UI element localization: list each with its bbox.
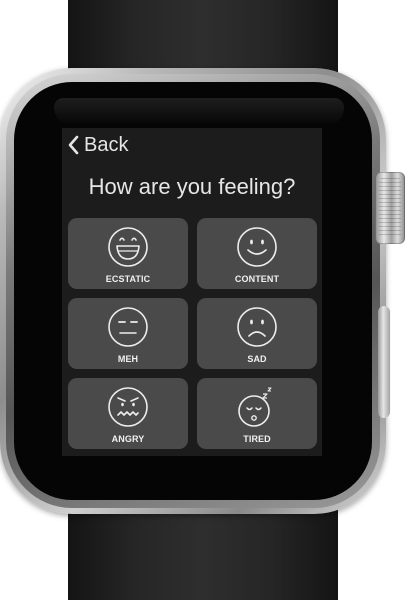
page-title: How are you feeling? [88, 174, 296, 199]
mood-sad-button[interactable]: SAD [197, 298, 317, 369]
mood-meh-button[interactable]: MEH [68, 298, 188, 369]
ecstatic-face-icon [108, 227, 148, 267]
mood-tired-button[interactable]: TIRED [197, 378, 317, 449]
side-button[interactable] [378, 306, 390, 418]
mood-ecstatic-button[interactable]: ECSTATIC [68, 218, 188, 289]
angry-face-icon [108, 387, 148, 427]
mood-label: ECSTATIC [105, 274, 151, 284]
mood-content-button[interactable]: CONTENT [197, 218, 317, 289]
sad-face-icon [237, 307, 277, 347]
watch-screen: Back How are you feeling? ECSTATIC CONTE… [62, 128, 322, 456]
watch-mockup: Back How are you feeling? ECSTATIC CONTE… [0, 0, 405, 600]
mood-label: CONTENT [234, 274, 280, 284]
meh-face-icon [108, 307, 148, 347]
mood-label: ANGRY [111, 434, 145, 444]
mood-grid: ECSTATIC CONTENT MEH SAD ANGRY TIRED [68, 218, 317, 449]
mood-label: MEH [117, 354, 139, 364]
content-face-icon [237, 227, 277, 267]
chevron-left-icon [68, 135, 79, 155]
tired-face-icon [238, 387, 272, 427]
back-label: Back [84, 134, 129, 156]
mood-angry-button[interactable]: ANGRY [68, 378, 188, 449]
back-button[interactable]: Back [67, 134, 128, 156]
digital-crown[interactable] [375, 172, 405, 244]
mood-label: SAD [247, 354, 267, 364]
mood-label: TIRED [243, 434, 271, 444]
